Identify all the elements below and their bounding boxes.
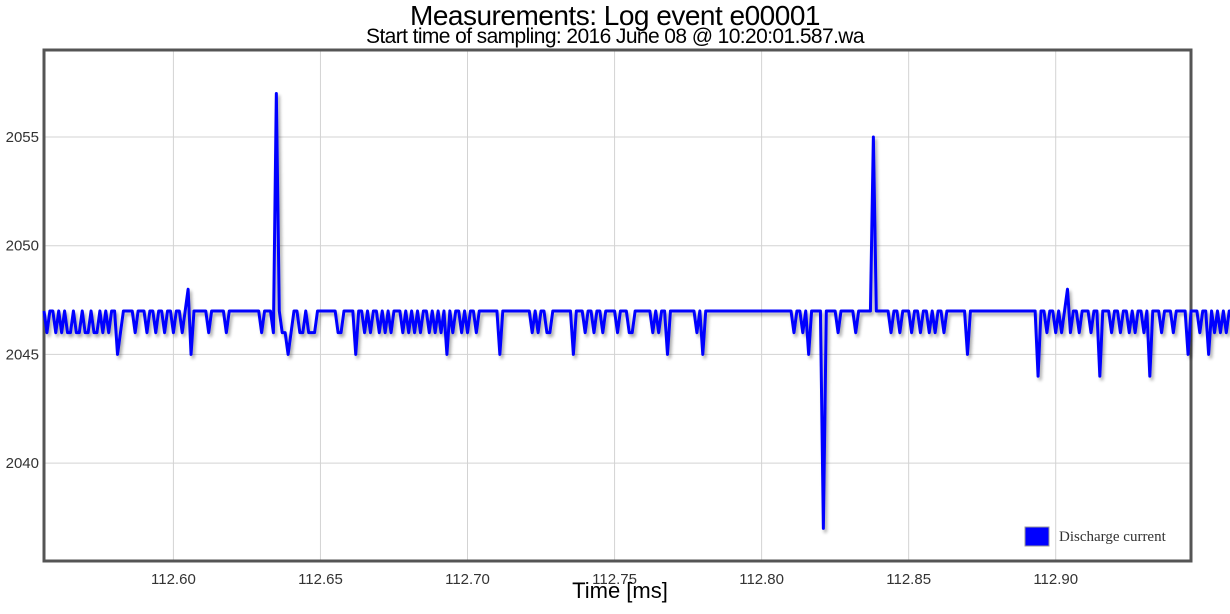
line-chart: 2040204520502055 112.60 112.65 112.70 112.7… (6, 48, 1230, 603)
x-tick-label: 112.65 (298, 571, 343, 588)
x-tick-label: 112.60 (151, 571, 196, 588)
x-axis-label: Time [ms] (572, 578, 668, 603)
x-tick-label: 112.85 (886, 571, 931, 588)
legend-label-discharge-current: Discharge current (1059, 529, 1167, 545)
x-tick-label: 112.70 (445, 571, 490, 588)
legend[interactable]: Discharge current (1024, 526, 1167, 547)
grid (44, 50, 1191, 561)
y-tick-label: 2045 (6, 346, 39, 363)
y-tick-label: 2050 (6, 238, 39, 255)
legend-swatch-discharge-current (1024, 526, 1050, 547)
x-tick-label: 112.90 (1033, 571, 1078, 588)
y-tick-label: 2040 (6, 455, 39, 472)
y-axis-ticks: 2040 2045 2050 2055 (6, 129, 39, 472)
y-tick-label: 2055 (6, 129, 39, 146)
x-tick-label: 112.80 (739, 571, 784, 588)
plot-frame (42, 48, 1193, 563)
